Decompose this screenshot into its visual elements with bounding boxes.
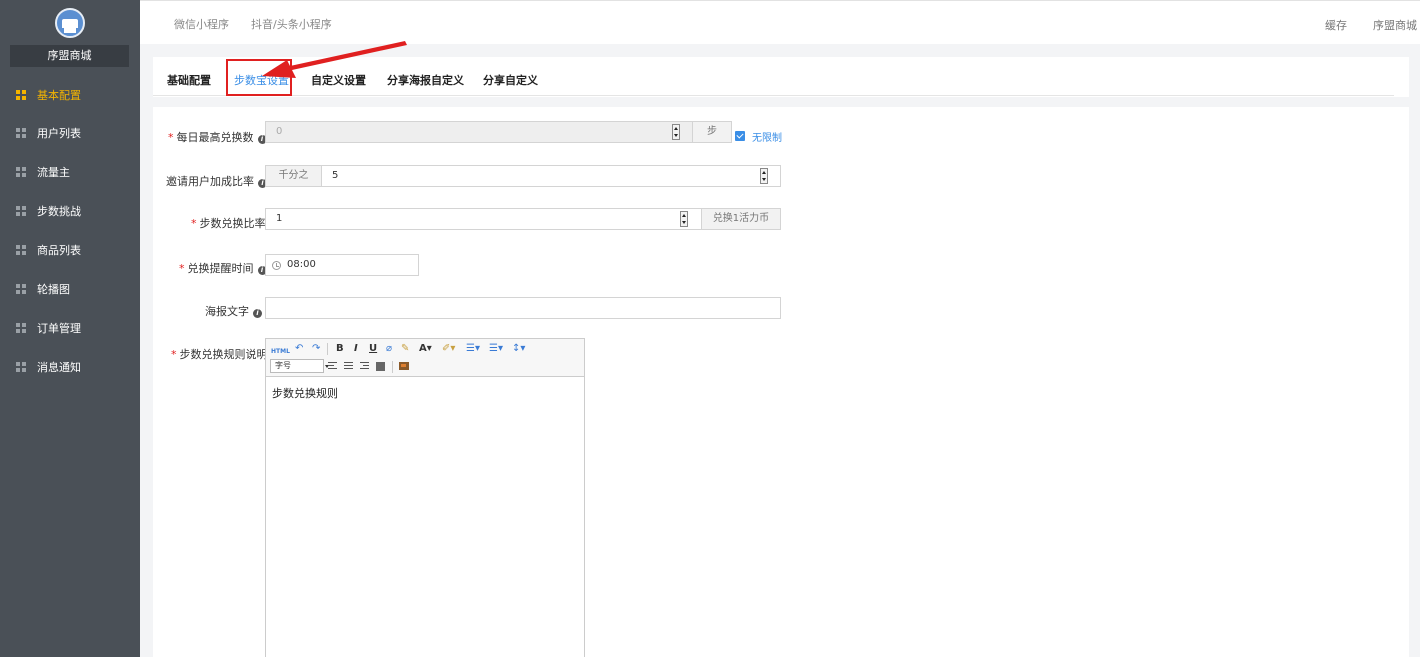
sidebar-item-label: 步数挑战: [37, 205, 81, 218]
underline-icon[interactable]: U: [369, 343, 377, 355]
font-color-icon[interactable]: A▾: [419, 343, 432, 355]
sidebar-item-label: 消息通知: [37, 361, 81, 374]
html-source-icon[interactable]: HTML: [271, 346, 290, 358]
step-ratio-label: * 步数兑换比率: [191, 217, 266, 230]
grid-icon: [16, 323, 27, 334]
required-marker: *: [191, 217, 197, 230]
required-marker: *: [171, 348, 177, 361]
cache-button[interactable]: 缓存: [1325, 17, 1347, 33]
unordered-list-icon[interactable]: ☰▾: [489, 343, 503, 355]
daily-max-input[interactable]: 0: [265, 121, 693, 143]
grid-icon: [16, 167, 27, 178]
tab-bar: 基础配置 步数宝设置 自定义设置 分享海报自定义 分享自定义: [153, 57, 1409, 97]
align-justify-icon[interactable]: [376, 362, 385, 371]
editor-toolbar: HTML ↶ ↷ B I U ⌀ ✎ A▾ ✐▾ ☰▾ ☰▾ ↕▾ 字号: [266, 339, 584, 377]
align-left-icon[interactable]: [328, 362, 337, 371]
eraser-icon[interactable]: ⌀: [386, 343, 392, 355]
align-center-icon[interactable]: [344, 362, 353, 371]
logo-area: 序盟商城: [0, 0, 140, 72]
grid-icon: [16, 362, 27, 373]
ordered-list-icon[interactable]: ☰▾: [466, 343, 480, 355]
invite-ratio-input[interactable]: 5: [321, 165, 781, 187]
grid-icon: [16, 206, 27, 217]
grid-icon: [16, 245, 27, 256]
undo-icon[interactable]: ↶: [295, 343, 303, 355]
daily-max-label: * 每日最高兑换数 i: [168, 129, 267, 145]
step-ratio-stepper[interactable]: [680, 211, 688, 227]
sidebar-item-basic-config[interactable]: 基本配置: [0, 76, 140, 115]
sidebar-item-label: 用户列表: [37, 127, 81, 140]
redo-icon[interactable]: ↷: [312, 343, 320, 355]
required-marker: *: [168, 131, 174, 144]
sidebar-item-label: 商品列表: [37, 244, 81, 257]
italic-icon[interactable]: I: [354, 343, 358, 355]
sidebar-item-carousel[interactable]: 轮播图: [0, 270, 140, 309]
user-menu[interactable]: 序盟商城: [1373, 17, 1417, 33]
sidebar-item-notifications[interactable]: 消息通知: [0, 348, 140, 387]
sidebar-item-product-list[interactable]: 商品列表: [0, 231, 140, 270]
top-link-douyin-miniapp[interactable]: 抖音/头条小程序: [251, 16, 332, 32]
tab-share-custom[interactable]: 分享自定义: [483, 72, 538, 88]
shop-logo-icon: [55, 8, 85, 38]
unlimited-label[interactable]: 无限制: [752, 129, 782, 144]
sidebar-item-label: 轮播图: [37, 283, 70, 296]
grid-icon: [16, 284, 27, 295]
editor-content[interactable]: 步数兑换规则: [272, 385, 338, 401]
sidebar-item-user-list[interactable]: 用户列表: [0, 114, 140, 153]
tab-share-poster-custom[interactable]: 分享海报自定义: [387, 72, 464, 88]
invite-ratio-label: 邀请用户加成比率 i: [166, 173, 267, 189]
required-marker: *: [179, 262, 185, 275]
align-right-icon[interactable]: [360, 362, 369, 371]
daily-max-stepper[interactable]: [672, 124, 680, 140]
sidebar-item-label: 订单管理: [37, 322, 81, 335]
insert-image-icon[interactable]: [399, 362, 409, 371]
invite-ratio-stepper[interactable]: [760, 168, 768, 184]
info-icon: i: [253, 309, 262, 318]
rich-text-editor[interactable]: HTML ↶ ↷ B I U ⌀ ✎ A▾ ✐▾ ☰▾ ☰▾ ↕▾ 字号 步数兑…: [265, 338, 585, 657]
step-ratio-suffix: 兑换1活力币: [701, 208, 781, 230]
remind-time-input[interactable]: 08:00: [265, 254, 419, 276]
line-height-icon[interactable]: ↕▾: [512, 343, 525, 355]
sidebar-item-label: 流量主: [37, 166, 70, 179]
sidebar: 序盟商城 基本配置 用户列表 流量主 步数挑战 商品列表 轮播图 订单管理 消息…: [0, 0, 140, 657]
sidebar-item-order-management[interactable]: 订单管理: [0, 309, 140, 348]
rules-label: * 步数兑换规则说明: [171, 348, 268, 361]
annotation-highlight-box: [226, 59, 292, 96]
font-size-select[interactable]: 字号: [270, 359, 329, 373]
grid-icon: [16, 90, 27, 101]
top-bar: 微信小程序 抖音/头条小程序 缓存 序盟商城: [140, 0, 1420, 44]
format-brush-icon[interactable]: ✎: [401, 343, 409, 355]
step-ratio-input[interactable]: 1: [265, 208, 702, 230]
remind-time-label: * 兑换提醒时间 i: [179, 260, 267, 276]
sidebar-item-label: 基本配置: [37, 89, 81, 102]
poster-text-label: 海报文字 i: [205, 303, 262, 319]
tab-custom-settings[interactable]: 自定义设置: [311, 72, 366, 88]
poster-text-input[interactable]: [265, 297, 781, 319]
clock-icon: [272, 261, 281, 270]
grid-icon: [16, 128, 27, 139]
daily-max-unit: 步: [692, 121, 732, 143]
sidebar-item-traffic-master[interactable]: 流量主: [0, 153, 140, 192]
highlight-color-icon[interactable]: ✐▾: [442, 343, 455, 355]
top-link-wechat-miniapp[interactable]: 微信小程序: [174, 16, 229, 32]
bold-icon[interactable]: B: [336, 343, 344, 355]
shop-name: 序盟商城: [10, 45, 129, 67]
unlimited-checkbox[interactable]: [735, 131, 745, 141]
tab-basic-config[interactable]: 基础配置: [167, 72, 211, 88]
tab-divider: [153, 95, 1394, 96]
sidebar-item-step-challenge[interactable]: 步数挑战: [0, 192, 140, 231]
invite-ratio-prefix: 千分之: [265, 165, 322, 187]
